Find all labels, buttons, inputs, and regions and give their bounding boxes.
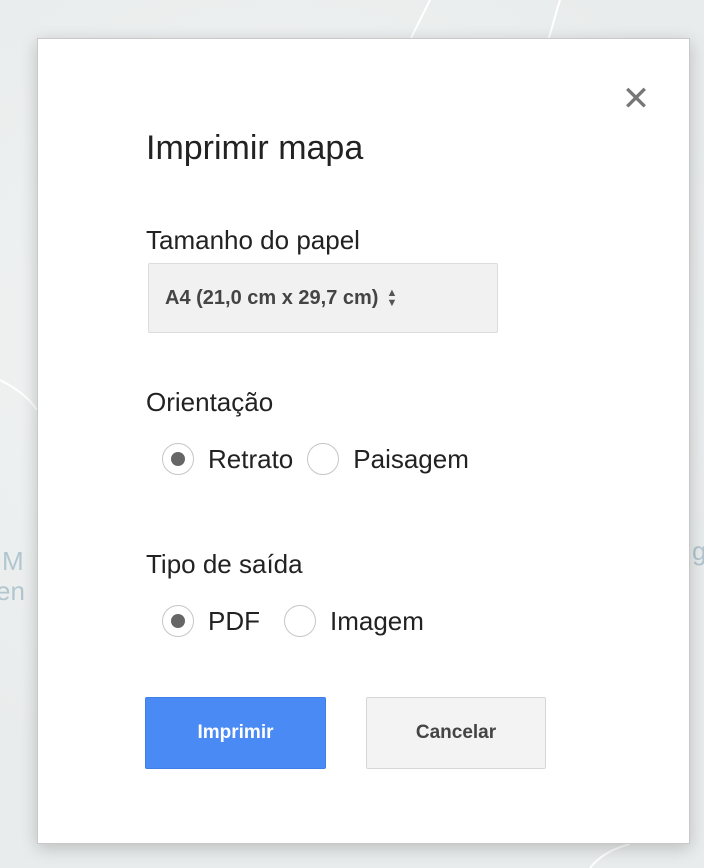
cancel-button[interactable]: Cancelar xyxy=(366,697,546,769)
paper-size-label: Tamanho do papel xyxy=(146,225,360,255)
output-option-pdf[interactable]: PDF xyxy=(162,605,270,637)
orientation-option-label: Retrato xyxy=(208,443,294,474)
radio-selected-dot xyxy=(171,614,185,628)
paper-size-select[interactable]: A4 (21,0 cm x 29,7 cm) ▲ ▼ xyxy=(148,263,498,333)
select-arrows-icon: ▲ ▼ xyxy=(386,287,398,309)
output-type-radio-group: PDF Imagem xyxy=(162,605,438,637)
map-label-left-line-2: en xyxy=(0,576,25,606)
close-icon[interactable]: ✕ xyxy=(621,82,651,116)
radio-selected-dot xyxy=(171,452,185,466)
output-option-label: Imagem xyxy=(330,605,424,636)
map-label-left: M en xyxy=(0,546,25,606)
dialog-title: Imprimir mapa xyxy=(146,129,364,167)
map-label-left-line-1: M xyxy=(2,546,24,576)
orientation-option-label: Paisagem xyxy=(353,443,469,474)
output-type-label: Tipo de saída xyxy=(146,549,303,579)
map-label-right: g xyxy=(692,536,704,566)
radio-pdf[interactable] xyxy=(162,605,194,637)
output-option-label: PDF xyxy=(208,605,260,636)
orientation-radio-group: Retrato Paisagem xyxy=(162,443,483,475)
orientation-option-paisagem[interactable]: Paisagem xyxy=(307,443,469,475)
orientation-option-retrato[interactable]: Retrato xyxy=(162,443,293,475)
output-option-imagem[interactable]: Imagem xyxy=(284,605,424,637)
print-map-dialog: ✕ Imprimir mapa Tamanho do papel A4 (21,… xyxy=(37,38,690,844)
radio-retrato[interactable] xyxy=(162,443,194,475)
paper-size-value: A4 (21,0 cm x 29,7 cm) xyxy=(165,286,379,309)
orientation-label: Orientação xyxy=(146,387,274,417)
radio-imagem[interactable] xyxy=(284,605,316,637)
radio-paisagem[interactable] xyxy=(307,443,340,475)
print-button[interactable]: Imprimir xyxy=(145,697,326,769)
